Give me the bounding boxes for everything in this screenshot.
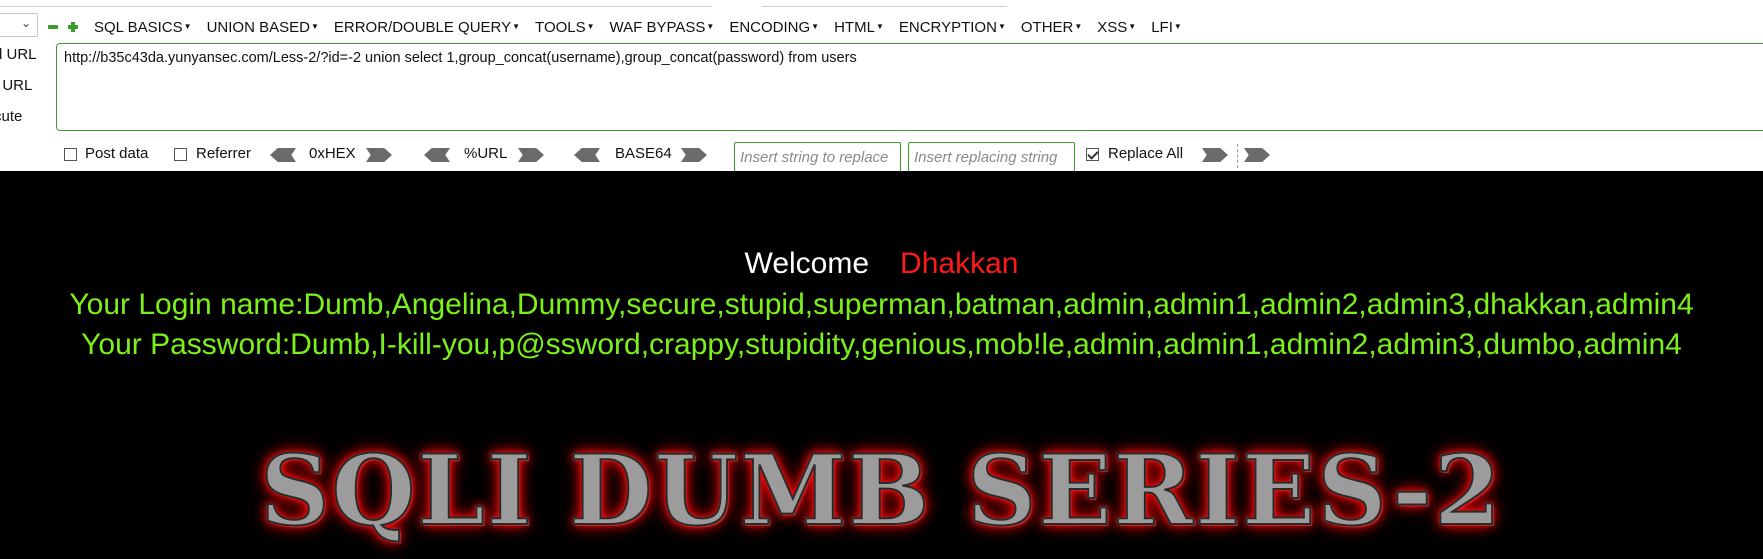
base64-decode-arrow-icon[interactable] [574,148,600,162]
dropdown-arrow-icon: ▼ [997,22,1006,31]
banner-title: SQLI DUMB SERIES-2 [259,434,1503,547]
separator [1237,144,1238,168]
url-encode-label: %URL [464,145,508,162]
top-divider-right [762,0,1007,7]
menu-union-based[interactable]: UNION BASED▼ [207,17,319,37]
hackbar-menu: SQL BASICS▼ UNION BASED▼ ERROR/DOUBLE QU… [94,17,1197,37]
hex-label: 0xHEX [309,145,356,162]
hackbar-toolbar: ⌄ SQL BASICS▼ UNION BASED▼ ERROR/DOUBLE … [0,0,1763,171]
url-decode-arrow-icon[interactable] [424,148,450,162]
hex-encode-arrow-icon[interactable] [366,148,392,162]
dropdown-arrow-icon: ▼ [706,22,715,31]
username-text: Dhakkan [900,247,1019,280]
load-url-button[interactable]: d URL [0,46,37,63]
menu-sql-basics[interactable]: SQL BASICS▼ [94,17,192,37]
menu-html[interactable]: HTML▼ [834,17,884,37]
post-data-label: Post data [85,145,149,162]
dropdown-arrow-icon: ▼ [183,22,192,31]
dropdown-arrow-icon: ▼ [875,22,884,31]
replace-left-to-right-icon[interactable] [1202,148,1228,162]
menu-encryption[interactable]: ENCRYPTION▼ [899,17,1006,37]
dropdown-arrow-icon: ▼ [586,22,595,31]
replace-to-input[interactable] [908,142,1075,171]
page-content: Welcome Dhakkan Your Login name:Dumb,Ange… [0,171,1763,559]
top-divider-left [0,0,712,7]
referrer-label: Referrer [196,145,252,162]
dropdown-arrow-icon: ▼ [512,22,521,31]
dropdown-arrow-icon: ▼ [1074,22,1083,31]
menu-encoding[interactable]: ENCODING▼ [729,17,819,37]
chevron-down-icon: ⌄ [20,16,31,30]
menu-lfi[interactable]: LFI▼ [1151,17,1182,37]
welcome-line: Welcome Dhakkan [0,247,1763,281]
banner-logo: SQLI DUMB SERIES-2 [0,434,1763,547]
welcome-text: Welcome [744,247,870,280]
dropdown-arrow-icon: ▼ [1128,22,1137,31]
dropdown-arrow-icon: ▼ [310,22,319,31]
referrer-checkbox[interactable] [174,148,187,161]
url-textarea[interactable]: http://b35c43da.yunyansec.com/Less-2/?id… [56,43,1763,131]
login-name-result: Your Login name:Dumb,Angelina,Dummy,secu… [69,288,1694,321]
replace-right-arrow-icon[interactable] [1244,148,1270,162]
post-data-checkbox[interactable] [64,148,77,161]
url-encode-arrow-icon[interactable] [518,148,544,162]
hackbar-options-row: Post data Referrer 0xHEX %URL BASE64 Rep… [0,140,1763,171]
dropdown-arrow-icon: ▼ [1173,22,1182,31]
replace-all-checkbox[interactable] [1086,148,1099,161]
menu-waf-bypass[interactable]: WAF BYPASS▼ [610,17,715,37]
url-text: http://b35c43da.yunyansec.com/Less-2/?id… [64,50,857,66]
execute-button[interactable]: cute [0,108,22,125]
base64-label: BASE64 [615,145,672,162]
split-url-button[interactable]: t URL [0,77,32,94]
hex-decode-arrow-icon[interactable] [270,148,296,162]
dropdown-arrow-icon: ▼ [811,22,820,31]
menu-error-double-query[interactable]: ERROR/DOUBLE QUERY▼ [334,17,520,37]
decrease-icon[interactable] [48,22,58,32]
menu-xss[interactable]: XSS▼ [1097,17,1136,37]
increase-icon[interactable] [68,22,78,32]
base64-encode-arrow-icon[interactable] [681,148,707,162]
menu-tools[interactable]: TOOLS▼ [535,17,595,37]
load-dropdown[interactable]: ⌄ [0,13,38,37]
menu-other[interactable]: OTHER▼ [1021,17,1082,37]
password-result: Your Password:Dumb,I-kill-you,p@ssword,c… [81,328,1682,361]
replace-from-input[interactable] [734,142,901,171]
replace-all-label: Replace All [1108,145,1184,162]
